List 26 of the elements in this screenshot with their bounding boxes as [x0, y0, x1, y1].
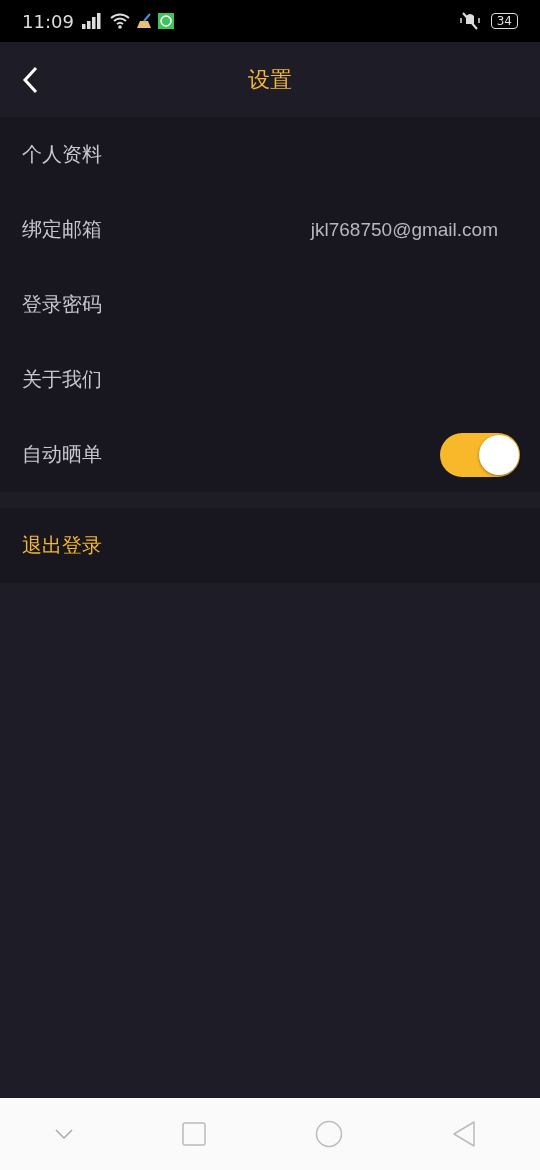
chevron-down-icon[interactable] [54, 1129, 73, 1139]
broom-icon [135, 13, 152, 29]
settings-row[interactable]: 自动晒单 [0, 417, 540, 492]
row-label: 绑定邮箱 [22, 216, 102, 243]
logout-button[interactable]: 退出登录 [0, 508, 540, 583]
signal-icon [81, 13, 104, 29]
recents-icon[interactable] [181, 1122, 206, 1146]
back-button[interactable] [22, 66, 38, 94]
row-label: 关于我们 [22, 366, 102, 393]
row-value: jkl768750@gmail.com [310, 218, 498, 241]
toggle-switch[interactable] [440, 432, 520, 477]
settings-row[interactable]: 绑定邮箱 jkl768750@gmail.com [0, 192, 540, 267]
page-title: 设置 [248, 65, 292, 94]
home-icon[interactable] [314, 1120, 343, 1148]
settings-row[interactable]: 关于我们 [0, 342, 540, 417]
chat-app-icon [157, 13, 174, 29]
battery-icon: 34 [490, 13, 518, 29]
row-label: 自动晒单 [22, 441, 102, 468]
wifi-icon [109, 13, 130, 29]
settings-row[interactable]: 登录密码 [0, 267, 540, 342]
settings-row[interactable]: 个人资料 [0, 117, 540, 192]
row-label: 登录密码 [22, 291, 102, 318]
row-label: 个人资料 [22, 141, 102, 168]
back-icon[interactable] [451, 1121, 476, 1147]
status-time: 11:09 [22, 10, 74, 32]
vibrate-mute-icon [458, 12, 481, 30]
